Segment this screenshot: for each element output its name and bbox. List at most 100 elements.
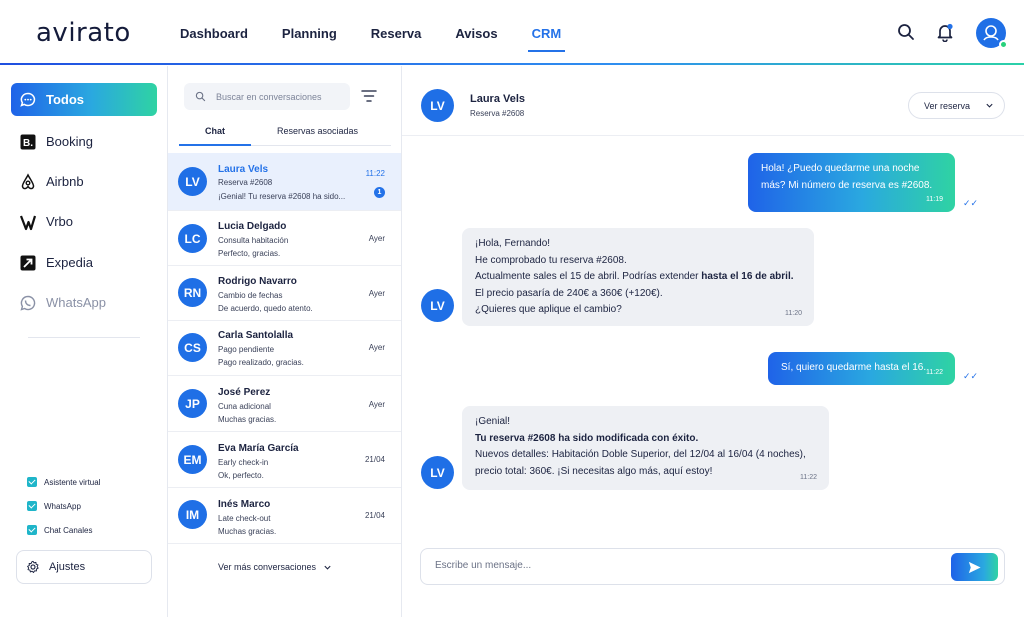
chat-header: LV Laura Vels Reserva #2608 Ver reserva (402, 66, 1024, 136)
message-line: ¡Hola, Fernando! (475, 238, 551, 249)
channel-todos[interactable]: Todos (11, 83, 157, 116)
conversation-search[interactable] (184, 83, 350, 110)
message-line: Nuevos detalles: Habitación Doble Superi… (475, 449, 806, 460)
search-icon[interactable] (896, 22, 916, 42)
search-input[interactable] (216, 91, 346, 102)
tab-chat[interactable]: Chat (179, 126, 251, 146)
conversation-preview: Perfecto, gracias. (218, 249, 281, 258)
nav-reserva[interactable]: Reserva (371, 0, 422, 64)
message-composer (420, 548, 1005, 585)
message-line: Sí, quiero quedarme hasta el 16. (781, 362, 927, 373)
nav-dashboard[interactable]: Dashboard (180, 0, 248, 64)
toggle-label: WhatsApp (44, 501, 81, 511)
conversation-time: Ayer (368, 343, 385, 352)
main-nav: Dashboard Planning Reserva Avisos CRM (180, 0, 595, 64)
search-icon (195, 91, 206, 102)
conversation-item[interactable]: LC Lucia Delgado Consulta habitación Per… (168, 211, 401, 266)
avatar: LV (178, 167, 207, 196)
avatar: JP (178, 389, 207, 418)
view-booking-dropdown[interactable]: Ver reserva (908, 92, 1005, 119)
message-line: precio total: 360€. ¡Si necesitas algo m… (475, 465, 713, 477)
tab-reservas-asociadas[interactable]: Reservas asociadas (277, 126, 358, 136)
chevron-down-icon (324, 565, 331, 570)
conversation-item[interactable]: IM Inés Marco Late check-out Muchas grac… (168, 488, 401, 544)
message-line: ¡Genial! (475, 416, 511, 427)
expedia-icon (19, 254, 37, 272)
conversation-subject: Cambio de fechas (218, 291, 283, 300)
online-status-dot (999, 40, 1008, 49)
outgoing-message: Hola! ¿Puedo quedarme una noche más? Mi … (748, 153, 955, 212)
conversation-time: 11:22 (365, 169, 385, 178)
bell-icon[interactable] (935, 22, 955, 42)
channel-sidebar: Todos B. Booking Airbnb Vrbo Expedia Wha… (0, 66, 168, 617)
contact-avatar: LV (421, 289, 454, 322)
channel-expedia[interactable]: Expedia (11, 246, 157, 279)
sidebar-divider (28, 337, 140, 338)
message-line: Hola! ¿Puedo quedarme una noche (761, 163, 920, 174)
chevron-down-icon (986, 103, 993, 108)
conversation-item[interactable]: JP José Perez Cuna adicional Muchas grac… (168, 376, 401, 432)
read-receipt-icon: ✓✓ (963, 198, 979, 208)
toggle-chat-canales[interactable]: Chat Canales (27, 525, 92, 535)
channel-booking[interactable]: B. Booking (11, 125, 157, 158)
contact-avatar: LV (421, 456, 454, 489)
conversation-name: Laura Vels (218, 164, 269, 175)
checkbox-checked-icon[interactable] (27, 477, 37, 487)
channel-label: Expedia (46, 255, 93, 270)
conversation-item[interactable]: EM Eva María García Early check-in Ok, p… (168, 432, 401, 488)
conversation-time: Ayer (368, 289, 385, 298)
nav-crm[interactable]: CRM (527, 0, 565, 64)
logo[interactable]: avirato (36, 18, 131, 48)
vrbo-icon (19, 213, 37, 231)
conversation-subject: Early check-in (218, 458, 269, 467)
conversation-name: Carla Santolalla (218, 330, 294, 341)
conversation-item[interactable]: LV Laura Vels Reserva #2608 ¡Genial! Tu … (168, 153, 401, 211)
conversation-time: 21/04 (364, 511, 385, 520)
send-button[interactable] (951, 553, 998, 581)
avatar: RN (178, 278, 207, 307)
message-line: más? Mi número de reserva es #2608. (761, 179, 933, 191)
conversation-name: Eva María García (218, 443, 299, 454)
toggle-whatsapp[interactable]: WhatsApp (27, 501, 81, 511)
channel-vrbo[interactable]: Vrbo (11, 205, 157, 238)
nav-avisos[interactable]: Avisos (455, 0, 497, 64)
channel-label: WhatsApp (46, 295, 106, 310)
conversation-item[interactable]: RN Rodrigo Navarro Cambio de fechas De a… (168, 266, 401, 321)
contact-name: Laura Vels (470, 93, 526, 105)
outgoing-message: Sí, quiero quedarme hasta el 16. 11:22 (768, 352, 955, 385)
conversation-item[interactable]: CS Carla Santolalla Pago pendiente Pago … (168, 321, 401, 376)
message-time: 11:22 (926, 368, 943, 376)
channel-airbnb[interactable]: Airbnb (11, 165, 157, 198)
channel-whatsapp[interactable]: WhatsApp (11, 286, 157, 319)
conversation-preview: De acuerdo, quedo atento. (218, 304, 313, 313)
conversation-subject: Consulta habitación (218, 236, 289, 245)
message-time: 11:20 (785, 309, 802, 317)
nav-planning[interactable]: Planning (282, 0, 337, 64)
settings-button[interactable]: Ajustes (16, 550, 152, 584)
channel-label: Vrbo (46, 214, 73, 229)
conversation-subject: Pago pendiente (218, 345, 275, 354)
conversation-name: Rodrigo Navarro (218, 276, 297, 287)
conversation-tabs: Chat Reservas asociadas (179, 126, 391, 146)
more-conversations-link[interactable]: Ver más conversaciones (218, 562, 332, 572)
filter-icon[interactable] (361, 89, 377, 103)
checkbox-checked-icon[interactable] (27, 501, 37, 511)
channel-label: Airbnb (46, 174, 84, 189)
conversation-subject: Late check-out (218, 514, 271, 523)
contact-avatar: LV (421, 89, 454, 122)
whatsapp-icon (19, 294, 37, 312)
message-input[interactable] (435, 560, 935, 571)
chat-panel: LV Laura Vels Reserva #2608 Ver reserva … (402, 66, 1024, 617)
message-line-bold: Tu reserva #2608 ha sido modificada con … (475, 432, 699, 444)
toggle-asistente-virtual[interactable]: Asistente virtual (27, 477, 100, 487)
incoming-message: ¡Hola, Fernando! He comprobado tu reserv… (462, 228, 814, 326)
message-line: El precio pasaría de 240€ a 360€ (+120€)… (475, 287, 663, 299)
message-time: 11:22 (800, 473, 817, 481)
user-avatar[interactable] (976, 18, 1008, 49)
view-booking-label: Ver reserva (924, 100, 971, 111)
message-line: Actualmente sales el 15 de abril. Podría… (475, 269, 801, 286)
message-time: 11:19 (926, 195, 943, 203)
unread-badge: 1 (374, 187, 385, 198)
chat-bubble-icon (19, 91, 37, 109)
checkbox-checked-icon[interactable] (27, 525, 37, 535)
